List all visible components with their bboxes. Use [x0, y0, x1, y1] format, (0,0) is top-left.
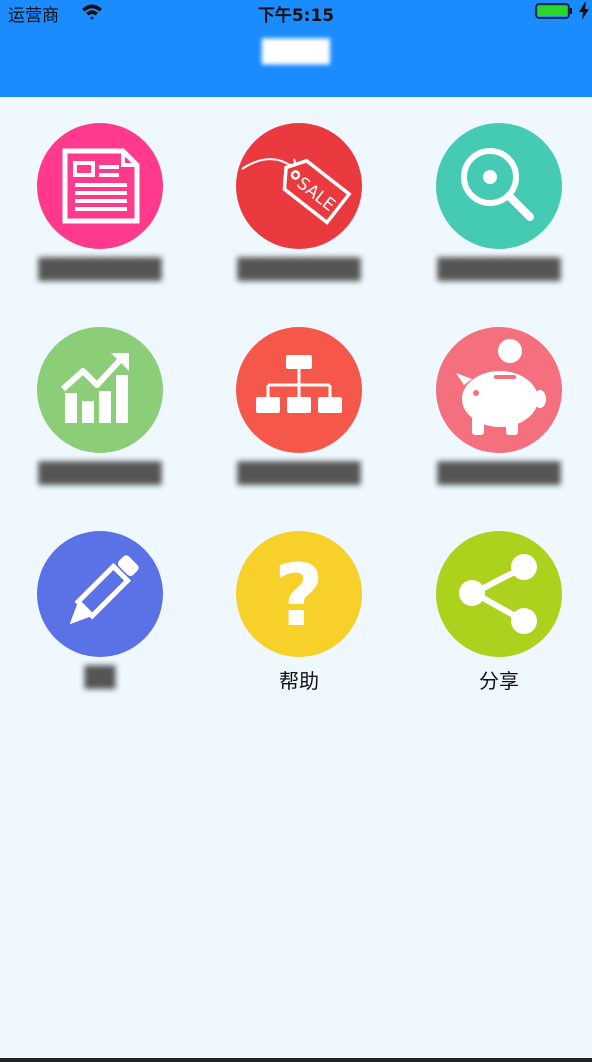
question-icon: ?: [236, 531, 362, 657]
battery-icon: [535, 3, 572, 19]
menu-item-4[interactable]: ████████: [0, 301, 200, 491]
menu-item-label: ████████: [237, 257, 361, 281]
page-title: ████: [262, 40, 330, 65]
menu-item-label: ██: [84, 665, 116, 689]
help-label: 帮助: [279, 669, 319, 693]
newspaper-icon: [37, 123, 163, 249]
magnifier-icon: [436, 123, 562, 249]
menu-item-1[interactable]: ████████: [0, 97, 200, 287]
menu-item-label: ████████: [437, 257, 561, 281]
menu-item-label: ████████: [38, 461, 162, 485]
share-icon: [436, 531, 562, 657]
menu-item-5[interactable]: ████████: [199, 301, 399, 491]
status-time: 下午5:15: [257, 6, 335, 26]
status-bar: 运营商 下午5:15: [0, 0, 592, 26]
sale-tag-icon: SALE: [236, 123, 362, 249]
menu-item-2[interactable]: SALE ████████: [199, 97, 399, 287]
share-item[interactable]: 分享: [399, 505, 592, 695]
share-label: 分享: [479, 669, 519, 693]
menu-item-3[interactable]: ████████: [399, 97, 592, 287]
org-chart-icon: [236, 327, 362, 453]
navigation-bar: 运营商 下午5:15 ████: [0, 0, 592, 97]
menu-item-label: ████████: [437, 461, 561, 485]
menu-item-6[interactable]: ████████: [399, 301, 592, 491]
menu-item-7[interactable]: ██: [0, 505, 200, 695]
piggy-bank-icon: [436, 327, 562, 453]
pencil-icon: [37, 531, 163, 657]
menu-item-label: ████████: [237, 461, 361, 485]
charging-icon: [579, 2, 589, 20]
help-item[interactable]: ? 帮助: [199, 505, 399, 695]
bottom-divider: [0, 1058, 592, 1062]
menu-item-label: ████████: [38, 257, 162, 281]
svg-text:?: ?: [274, 546, 324, 646]
growth-chart-icon: [37, 327, 163, 453]
